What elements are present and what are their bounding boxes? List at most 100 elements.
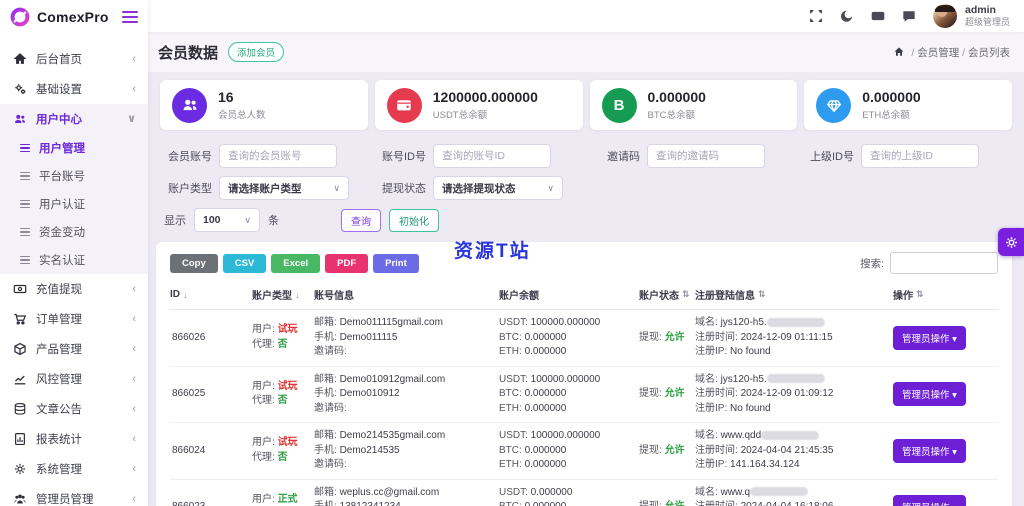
filter-select-提现状态[interactable]: 请选择提现状态 ∨ xyxy=(433,176,563,200)
cell-line: 代理: 否 xyxy=(252,338,314,353)
cell-label: 手机: xyxy=(314,388,340,399)
sidebar-subitem-label: 用户管理 xyxy=(39,143,85,155)
breadcrumb: / 会员管理 / 会员列表 xyxy=(893,45,1010,60)
cell-line: 手机: Demo011115 xyxy=(314,331,499,346)
admin-actions-button[interactable]: 管理员操作 ▾ xyxy=(893,382,966,407)
sort-icon[interactable]: ↓ xyxy=(183,290,188,300)
sidebar-item-文章公告[interactable]: 文章公告 ‹ xyxy=(0,394,148,424)
export-excel-button[interactable]: Excel xyxy=(271,253,321,273)
money-icon xyxy=(12,282,27,297)
sidebar-subitem-用户认证[interactable]: 用户认证 xyxy=(0,190,148,218)
sidebar: ComexPro 后台首页 ‹ 基础设置 ‹ 用户中心 ∨ 用户管理 平台账号 用户认证 资金变动… xyxy=(0,0,148,506)
chevron-left-icon: ‹ xyxy=(132,402,136,415)
export-copy-button[interactable]: Copy xyxy=(170,253,218,273)
users-icon xyxy=(12,112,27,127)
cell-value: 否 xyxy=(277,338,288,350)
add-member-button[interactable]: 添加会员 xyxy=(228,42,285,62)
breadcrumb-item[interactable]: 会员管理 xyxy=(917,47,959,59)
reset-button[interactable]: 初始化 xyxy=(389,208,439,232)
filter-label: 账号ID号 xyxy=(382,151,426,163)
banknote-icon[interactable] xyxy=(871,9,886,24)
export-csv-button[interactable]: CSV xyxy=(222,253,267,273)
report-icon xyxy=(12,432,27,447)
eth-diamond-icon xyxy=(816,87,852,123)
table-body: 866026 用户: 试玩 代理: 否邮箱: Demo011115gmail.com… xyxy=(170,310,998,506)
column-header-ID[interactable]: ID ↓ xyxy=(170,289,252,300)
cell-line: 域名: www.qdd xyxy=(695,429,893,444)
sidebar-item-后台首页[interactable]: 后台首页 ‹ xyxy=(0,44,148,74)
cell-label: 注册时间: xyxy=(695,501,741,506)
export-pdf-button[interactable]: PDF xyxy=(325,253,369,273)
fullscreen-icon[interactable] xyxy=(809,9,824,24)
cell-value: 2024-12-09 01:11:15 xyxy=(740,331,833,343)
stats-row: 16 会员总人数 1200000.000000 USDT总余额 B 0.000000 BTC… xyxy=(148,72,1024,136)
sort-icon[interactable]: ⇅ xyxy=(916,289,924,300)
gear-icon xyxy=(12,462,27,477)
sidebar-item-产品管理[interactable]: 产品管理 ‹ xyxy=(0,334,148,364)
sidebar-item-风控管理[interactable]: 风控管理 ‹ xyxy=(0,364,148,394)
cell-label: ETH: xyxy=(499,459,525,470)
sidebar-item-label: 用户中心 xyxy=(36,114,82,126)
users-icon xyxy=(172,87,207,123)
cell-value: 2024-04-04 21:45:35 xyxy=(740,444,834,456)
home-icon[interactable] xyxy=(893,46,905,58)
chevron-down-icon: ∨ xyxy=(244,214,251,225)
select-value: 请选择账户类型 xyxy=(228,182,302,195)
sidebar-subitem-用户管理[interactable]: 用户管理 xyxy=(0,134,148,162)
admin-actions-button[interactable]: 管理员操作 ▾ xyxy=(893,438,966,463)
sidebar-subitem-实名认证[interactable]: 实名认证 xyxy=(0,246,148,274)
column-header-账户类型[interactable]: 账户类型 ↓ xyxy=(252,287,314,303)
hamburger-icon[interactable] xyxy=(122,11,138,23)
sidebar-item-管理员管理[interactable]: 管理员管理 ‹ xyxy=(0,484,148,506)
column-header-账户余额[interactable]: 账户余额 xyxy=(499,287,639,302)
cell-balance: USDT: 100000.000000 BTC: 0.000000 ETH: 0.0… xyxy=(499,373,639,417)
export-print-button[interactable]: Print xyxy=(373,253,419,273)
column-header-操作[interactable]: 操作 ⇅ xyxy=(893,287,993,302)
admin-actions-button[interactable]: 管理员操作 ▾ xyxy=(893,495,966,506)
cell-value: 试玩 xyxy=(277,380,298,392)
sidebar-item-充值提现[interactable]: 充值提现 ‹ xyxy=(0,274,148,304)
sort-icon[interactable]: ↓ xyxy=(295,290,300,300)
column-label: 账号信息 xyxy=(314,291,354,302)
cell-label: 用户: xyxy=(252,324,278,336)
cell-label: 邀请码: xyxy=(314,402,347,414)
filter-group-邀请码: 邀请码 xyxy=(584,144,798,168)
cell-value: Demo010912gmail.com xyxy=(339,373,446,385)
sidebar-item-label: 后台首页 xyxy=(36,54,82,66)
cell-label: USDT: xyxy=(499,486,531,498)
cell-line: 代理: 否 xyxy=(252,394,314,409)
search-button[interactable]: 查询 xyxy=(341,208,381,232)
page-size-select[interactable]: 100 ∨ xyxy=(194,208,260,232)
filter-input-上级ID号[interactable] xyxy=(861,144,979,168)
cell-label: USDT: xyxy=(499,373,531,385)
cell-label: 邮箱: xyxy=(314,317,340,328)
theme-settings-button[interactable] xyxy=(998,228,1024,256)
sidebar-subitem-资金变动[interactable]: 资金变动 xyxy=(0,218,148,246)
cell-id: 866024 xyxy=(172,444,206,456)
sidebar-item-系统管理[interactable]: 系统管理 ‹ xyxy=(0,454,148,484)
moon-icon[interactable] xyxy=(840,9,855,24)
column-header-账户状态[interactable]: 账户状态 ⇅ xyxy=(639,287,695,302)
sidebar-item-基础设置[interactable]: 基础设置 ‹ xyxy=(0,74,148,104)
chat-icon[interactable] xyxy=(902,9,917,24)
column-header-注册登陆信息[interactable]: 注册登陆信息 ⇅ xyxy=(695,287,893,302)
sort-icon[interactable]: ⇅ xyxy=(682,289,690,300)
sort-icon[interactable]: ⇅ xyxy=(758,289,766,300)
sidebar-item-报表统计[interactable]: 报表统计 ‹ xyxy=(0,424,148,454)
column-label: 账户类型 xyxy=(252,291,292,302)
stat-value: 0.000000 xyxy=(647,89,706,106)
breadcrumb-item[interactable]: 会员列表 xyxy=(968,47,1010,59)
user-menu[interactable]: admin 超级管理员 xyxy=(932,4,1010,28)
sidebar-subitem-平台账号[interactable]: 平台账号 xyxy=(0,162,148,190)
cell-id: 866025 xyxy=(172,388,206,399)
column-header-账号信息[interactable]: 账号信息 xyxy=(314,287,499,302)
sidebar-item-订单管理[interactable]: 订单管理 ‹ xyxy=(0,304,148,334)
sidebar-item-用户中心[interactable]: 用户中心 ∨ xyxy=(0,104,148,134)
admin-actions-button[interactable]: 管理员操作 ▾ xyxy=(893,325,966,350)
filter-group-上级ID号: 上级ID号 xyxy=(798,144,1012,168)
filter-input-账号ID号[interactable] xyxy=(433,144,551,168)
filter-input-邀请码[interactable] xyxy=(647,144,765,168)
search-input[interactable] xyxy=(890,252,998,274)
filter-input-会员账号[interactable] xyxy=(219,144,337,168)
filter-select-账户类型[interactable]: 请选择账户类型 ∨ xyxy=(219,176,349,200)
